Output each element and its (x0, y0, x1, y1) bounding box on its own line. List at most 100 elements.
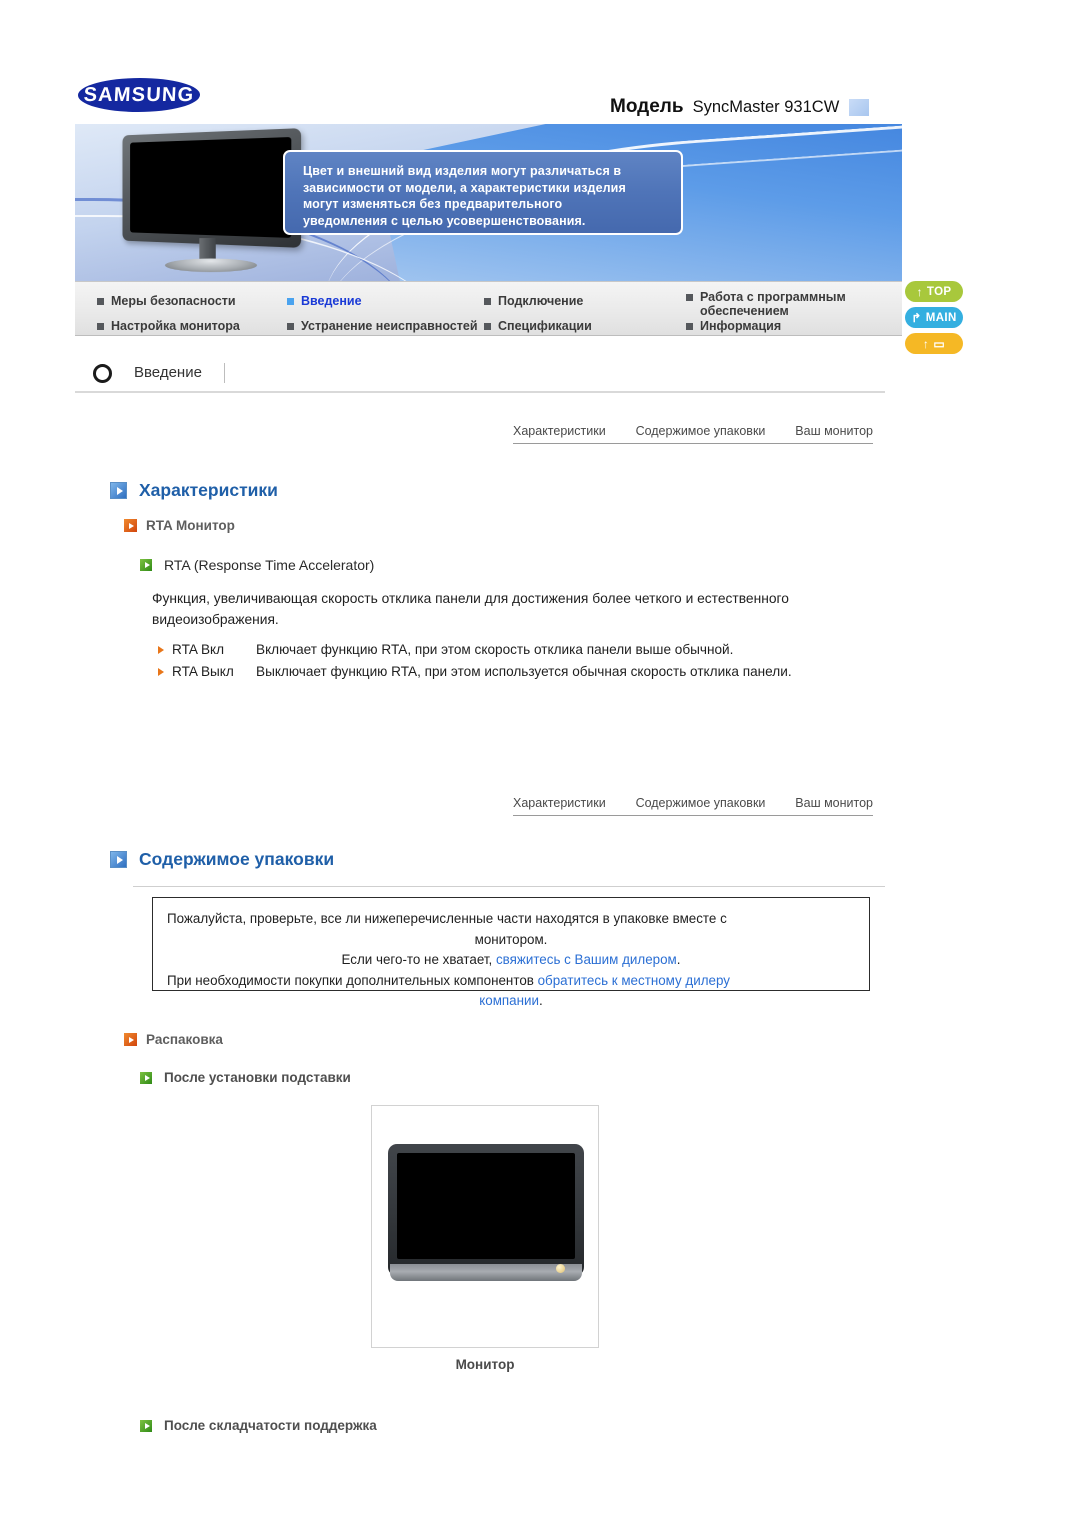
bullet-square-icon (97, 298, 104, 305)
subheading-unpacking: Распаковка (124, 1032, 223, 1047)
nav-item-label: Подключение (498, 294, 584, 308)
nav-item-information[interactable]: Информация (686, 319, 781, 333)
monitor-bezel (388, 1144, 584, 1276)
hero-banner: Цвет и внешний вид изделия могут различа… (75, 124, 902, 281)
page-title: Введение (75, 363, 885, 393)
nav-item-specifications[interactable]: Спецификации (484, 319, 592, 333)
branch-arrow-icon: ↱ (911, 310, 922, 325)
breadcrumb-middle: Характеристики Содержимое упаковки Ваш м… (513, 796, 873, 816)
nav-item-label: Информация (700, 319, 782, 333)
package-notice-box: Пожалуйста, проверьте, все ли нижеперечи… (152, 897, 870, 1008)
scroll-to-top-button[interactable]: ↑ TOP (905, 281, 963, 302)
section-heading-label: Характеристики (139, 480, 278, 500)
nav-item-label: Спецификации (498, 319, 592, 333)
nav-item-label: Введение (301, 294, 362, 308)
nav-item-monitor-setup[interactable]: Настройка монитора (97, 319, 240, 333)
monitor-figure (371, 1105, 599, 1348)
notice-line-3-text: Если чего-то не хватает, (341, 952, 496, 967)
definition-row: RTA Выкл Выключает функцию RTA, при этом… (158, 662, 873, 682)
breadcrumb-item-your-monitor[interactable]: Ваш монитор (795, 796, 873, 810)
book-icon: ▭ (933, 336, 946, 351)
bullet-square-icon (686, 294, 693, 301)
notice-line-3: Если чего-то не хватает, свяжитесь с Ваш… (167, 950, 855, 971)
model-value: SyncMaster 931CW (692, 97, 840, 116)
monitor-figure-caption: Монитор (455, 1357, 515, 1372)
model-info: Модель SyncMaster 931CW (610, 96, 871, 118)
subheading-rta-monitor: RTA Монитор (124, 518, 235, 533)
item-after-stand-install: После установки подставки (140, 1070, 351, 1085)
page-header: SAMSUNG Модель SyncMaster 931CW (0, 0, 1080, 120)
main-navigation: Меры безопасности Введение Подключение Р… (75, 281, 902, 336)
bullet-square-icon (97, 323, 104, 330)
item-after-fold-support: После складчатости поддержка (140, 1418, 377, 1433)
samsung-logo: SAMSUNG (77, 78, 201, 112)
rta-definition-list: RTA Вкл Включает функцию RTA, при этом с… (158, 640, 873, 684)
nav-item-troubleshooting[interactable]: Устранение неисправностей (287, 319, 478, 333)
monitor-screen (397, 1153, 575, 1259)
arrow-right-orange-icon (124, 519, 137, 532)
up-arrow-icon: ↑ (916, 284, 923, 299)
breadcrumb-top: Характеристики Содержимое упаковки Ваш м… (513, 424, 873, 444)
definition-term: RTA Вкл (172, 642, 225, 657)
subheading-label: RTA Монитор (146, 518, 235, 533)
triangle-bullet-icon (158, 668, 164, 676)
item-label: После установки подставки (164, 1070, 351, 1085)
callout-line-2: зависимости от модели, а характеристики … (303, 180, 626, 195)
breadcrumb-item-package[interactable]: Содержимое упаковки (636, 796, 766, 810)
monitor-chin (390, 1264, 582, 1281)
triangle-bullet-icon (158, 646, 164, 654)
monitor-illustration (388, 1144, 584, 1299)
breadcrumb-item-package[interactable]: Содержимое упаковки (636, 424, 766, 438)
arrow-right-green-icon (140, 1071, 152, 1084)
bullet-square-icon (287, 323, 294, 330)
model-label: Модель (610, 96, 684, 117)
bullet-square-icon (484, 298, 491, 305)
arrow-right-blue-icon (110, 482, 127, 499)
definition-term: RTA Выкл (172, 664, 234, 679)
nav-item-label: Работа с программным обеспечением (700, 290, 846, 318)
breadcrumb-item-features[interactable]: Характеристики (513, 424, 606, 438)
callout-line-1: Цвет и внешний вид изделия могут различа… (303, 164, 622, 178)
item-label: RTA (Response Time Accelerator) (164, 557, 375, 573)
banner-monitor-screen (130, 137, 292, 238)
nav-item-software[interactable]: Работа с программным обеспечением (686, 290, 871, 318)
arrow-right-orange-icon (124, 1033, 137, 1046)
arrow-right-green-icon (140, 559, 152, 571)
callout-line-3: могут изменяться без предварительного (303, 197, 563, 211)
section-heading-features: Характеристики (110, 480, 278, 501)
breadcrumb-item-your-monitor[interactable]: Ваш монитор (795, 424, 873, 438)
bullet-square-icon (484, 323, 491, 330)
ring-bullet-icon (93, 363, 112, 383)
main-button-label: MAIN (925, 311, 957, 324)
notice-line-3-suffix: . (676, 952, 681, 967)
features-paragraph: Функция, увеличивающая скорость отклика … (152, 591, 789, 627)
section-heading-label: Содержимое упаковки (139, 849, 335, 869)
top-button-label: TOP (926, 285, 952, 298)
breadcrumb-item-features[interactable]: Характеристики (513, 796, 606, 810)
banner-callout: Цвет и внешний вид изделия могут различа… (283, 150, 683, 235)
bullet-square-icon (287, 298, 294, 305)
page-title-label: Введение (134, 363, 225, 383)
banner-monitor-bezel (122, 128, 302, 248)
notice-line-5: компании. (167, 991, 855, 1012)
go-to-index-button[interactable]: ↑ ▭ (905, 333, 963, 354)
nav-item-label: Меры безопасности (111, 294, 236, 308)
notice-line-1: Пожалуйста, проверьте, все ли нижеперечи… (167, 911, 727, 926)
subheading-label: Распаковка (146, 1032, 223, 1047)
nav-item-introduction[interactable]: Введение (287, 294, 362, 308)
section-heading-package: Содержимое упаковки (110, 849, 334, 870)
local-dealer-link-cont[interactable]: компании (479, 993, 539, 1008)
local-dealer-link[interactable]: обратитесь к местному дилеру (538, 973, 730, 988)
notice-line-4: При необходимости покупки дополнительных… (167, 971, 855, 992)
banner-monitor-neck (199, 237, 216, 261)
nav-item-connection[interactable]: Подключение (484, 294, 583, 308)
nav-item-safety[interactable]: Меры безопасности (97, 294, 236, 308)
dealer-contact-link[interactable]: свяжитесь с Вашим дилером (496, 952, 677, 967)
item-label: После складчатости поддержка (164, 1418, 377, 1433)
arrow-right-blue-icon (110, 851, 127, 868)
power-led-icon (556, 1264, 565, 1273)
definition-description: Включает функцию RTA, при этом скорость … (256, 642, 734, 657)
banner-monitor-illustration (113, 128, 311, 273)
up-arrow-icon: ↑ (922, 336, 930, 351)
go-to-main-button[interactable]: ↱ MAIN (905, 307, 963, 328)
